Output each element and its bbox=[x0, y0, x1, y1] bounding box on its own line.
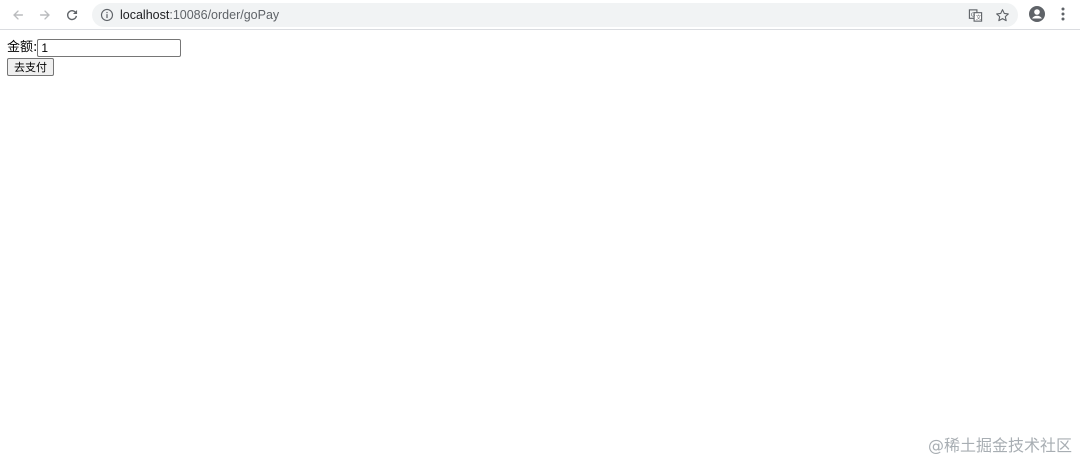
address-bar[interactable]: localhost:10086/order/goPay G 文 bbox=[92, 3, 1018, 27]
url-host: localhost bbox=[120, 8, 170, 22]
arrow-left-icon bbox=[13, 10, 24, 20]
translate-button[interactable]: G 文 bbox=[967, 7, 983, 23]
browser-toolbar: localhost:10086/order/goPay G 文 bbox=[0, 0, 1080, 30]
account-icon[interactable] bbox=[1028, 5, 1046, 23]
bookmark-button[interactable] bbox=[994, 7, 1010, 23]
forward-button[interactable] bbox=[34, 4, 56, 26]
arrow-right-icon bbox=[39, 10, 50, 20]
amount-label: 金额: bbox=[7, 40, 38, 55]
url-text[interactable]: localhost:10086/order/goPay bbox=[120, 7, 279, 23]
back-button[interactable] bbox=[7, 4, 29, 26]
watermark: @稀土掘金技术社区 bbox=[927, 436, 1072, 455]
svg-text:G: G bbox=[970, 12, 974, 18]
page-content: 金额: 去支付 @稀土掘金技术社区 bbox=[0, 30, 1080, 462]
info-icon[interactable] bbox=[100, 8, 114, 22]
amount-input[interactable] bbox=[37, 39, 182, 57]
star-icon bbox=[995, 8, 1009, 21]
pay-button[interactable]: 去支付 bbox=[7, 58, 54, 76]
reload-icon bbox=[67, 10, 78, 21]
svg-text:文: 文 bbox=[975, 13, 981, 21]
url-path: :10086/order/goPay bbox=[169, 8, 280, 22]
reload-button[interactable] bbox=[61, 4, 83, 26]
more-vertical-icon[interactable] bbox=[1058, 5, 1068, 23]
amount-row: 金额: bbox=[7, 38, 182, 58]
translate-icon: G 文 bbox=[968, 8, 982, 21]
